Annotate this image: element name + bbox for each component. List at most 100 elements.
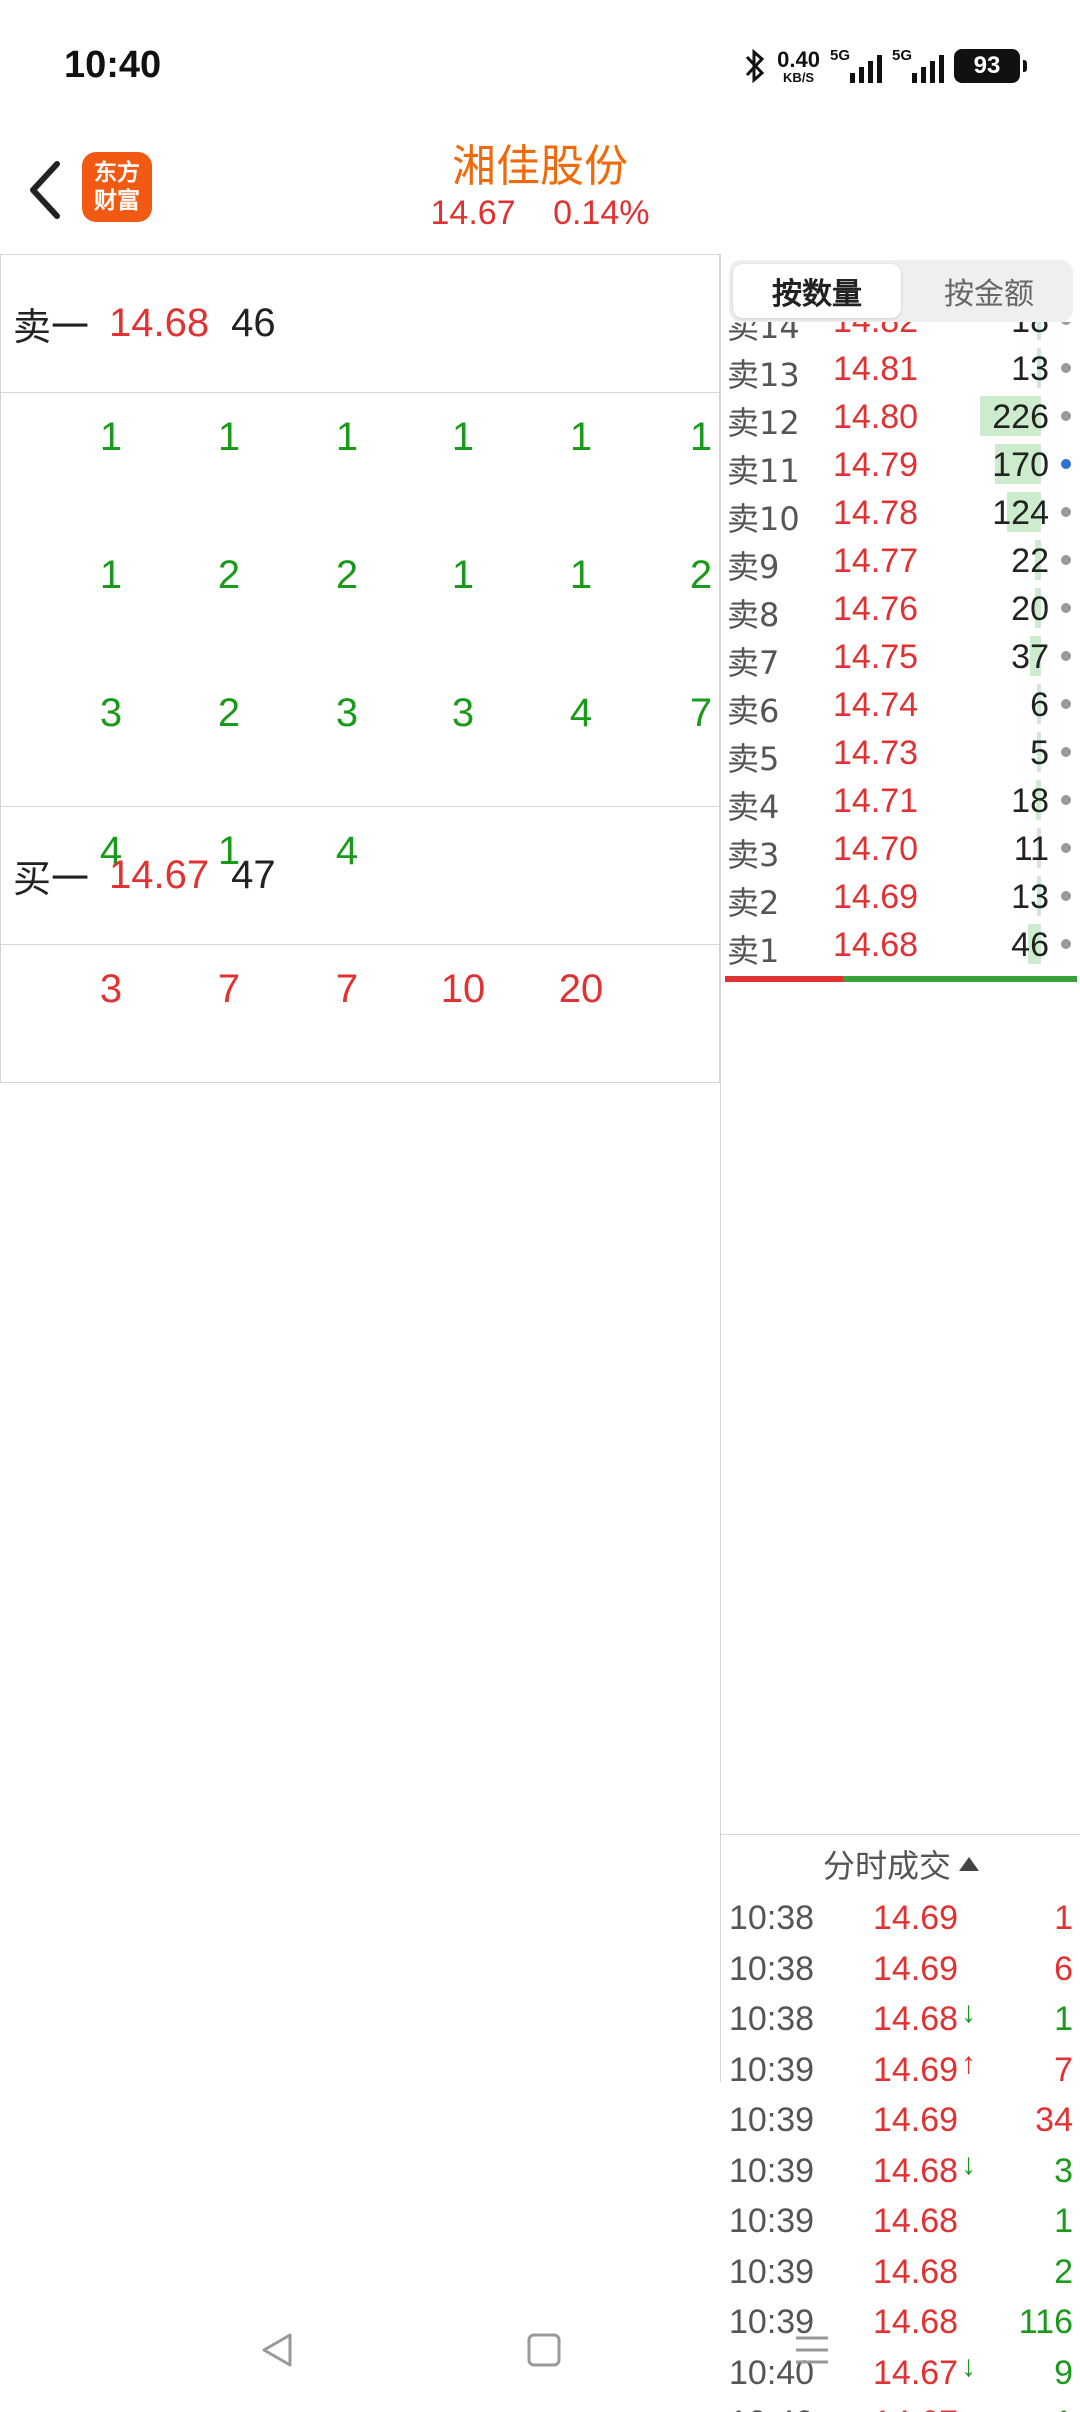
depth-volume: 22 [1011, 542, 1049, 580]
tick-price: 14.68 [873, 2252, 959, 2291]
net-speed-value: 0.40 [777, 46, 820, 72]
tick-row: 10:38 14.69 6 [721, 1944, 1080, 1994]
depth-level-label: 卖5 [727, 740, 780, 778]
bid-order-queue: 3 7 7 10 20 [0, 945, 720, 1083]
queue-order-cell: 1 [217, 415, 241, 459]
depth-level-label: 卖4 [727, 788, 780, 826]
tick-time: 10:38 [729, 1949, 815, 1988]
depth-price: 14.69 [833, 878, 919, 916]
depth-volume: 13 [1011, 350, 1049, 388]
status-dot-icon [1061, 555, 1071, 565]
battery-icon: 93 [954, 49, 1027, 83]
depth-price: 14.68 [833, 926, 919, 964]
ask-depth-row[interactable]: 卖1 14.68 46 [721, 920, 1080, 970]
status-dot-icon [1061, 891, 1071, 901]
stock-title: 湘佳股份 [452, 141, 628, 192]
status-bar: 10:40 0.40 KB/S 5G 5G 93 [0, 0, 1080, 130]
tick-time: 10:38 [729, 1899, 815, 1937]
tick-volume: 2 [1054, 2252, 1073, 2291]
tick-arrow-icon: ↓ [961, 2147, 976, 2181]
tick-trades-title: 分时成交 [822, 1847, 951, 1885]
queue-order-cell: 7 [335, 967, 359, 1011]
nav-back-button[interactable] [248, 2320, 308, 2380]
ask1-volume: 46 [231, 301, 276, 345]
ask-depth-row[interactable]: 卖9 14.77 22 [721, 536, 1080, 586]
depth-price: 14.73 [833, 734, 919, 772]
depth-volume: 20 [1011, 590, 1049, 628]
bid1-row[interactable]: 买一 14.67 47 [0, 807, 720, 945]
ask-depth-row[interactable]: 卖12 14.80 226 [721, 392, 1080, 442]
tick-row: 10:38 14.68 ↓ 1 [721, 1994, 1080, 2044]
ask-depth-row[interactable]: 卖2 14.69 13 [721, 872, 1080, 922]
queue-order-cell: 4 [569, 691, 593, 735]
depth-price: 14.82 [833, 322, 918, 341]
ask-depth-row[interactable]: 卖6 14.74 6 [721, 680, 1080, 730]
signal-icon: 5G [830, 47, 882, 85]
queue-order-cell: 1 [99, 553, 123, 597]
tick-time: 10:39 [729, 2252, 815, 2291]
queue-order-cell: 3 [335, 691, 359, 735]
depth-tabs: 按数量 按金额 [729, 260, 1073, 322]
tick-time: 10:39 [729, 2202, 815, 2240]
depth-volume: 46 [1011, 926, 1049, 964]
net-speed-unit: KB/S [783, 69, 815, 85]
tick-volume: 6 [1054, 1949, 1073, 1988]
ask-depth-row[interactable]: 卖1414.8218 [721, 322, 1080, 346]
status-dot-icon [1061, 322, 1071, 325]
header: 东方 财富 湘佳股份 14.67 0.14% [0, 130, 1080, 254]
tick-price: 14.68 [873, 2202, 959, 2240]
status-dot-icon [1061, 507, 1071, 517]
tick-time: 10:38 [729, 2000, 815, 2038]
queue-order-cell: 1 [335, 415, 359, 459]
depth-volume: 170 [992, 446, 1049, 484]
nav-home-button[interactable] [514, 2320, 574, 2380]
nav-menu-button[interactable] [782, 2320, 842, 2380]
depth-level-label: 卖13 [727, 356, 800, 394]
ask-depth-row[interactable]: 卖13 14.81 13 [721, 344, 1080, 394]
depth-volume: 226 [992, 398, 1049, 436]
tick-row: 10:39 14.68 1 [721, 2196, 1080, 2246]
status-icons: 0.40 KB/S 5G 5G 93 [743, 46, 1027, 86]
home-square-icon [527, 2333, 561, 2367]
status-dot-icon [1061, 459, 1071, 469]
status-dot-icon [1061, 651, 1071, 661]
ask-depth-row[interactable]: 卖3 14.70 11 [721, 824, 1080, 874]
queue-order-cell: 1 [99, 415, 123, 459]
tick-volume: 7 [1054, 2050, 1073, 2089]
ask-depth-row[interactable]: 卖10 14.78 124 [721, 488, 1080, 538]
tick-row: 10:39 14.69 34 [721, 2095, 1080, 2145]
depth-level-label: 卖1 [727, 932, 780, 970]
tick-row: 10:39 14.68 ↓ 3 [721, 2146, 1080, 2196]
ask-depth-row[interactable]: 卖8 14.76 20 [721, 584, 1080, 634]
network-speed: 0.40 KB/S [777, 46, 820, 85]
ask-depth-row[interactable]: 卖7 14.75 37 [721, 632, 1080, 682]
depth-price: 14.76 [833, 590, 919, 628]
tab-by-quantity[interactable]: 按数量 [733, 264, 901, 318]
ask-depth-row[interactable]: 卖11 14.79 170 [721, 440, 1080, 490]
depth-level-label: 卖6 [727, 692, 780, 730]
depth-volume: 11 [1013, 830, 1049, 868]
tick-volume: 1 [1054, 1899, 1073, 1937]
tick-trades-header[interactable]: 分时成交 [721, 1835, 1080, 1893]
depth-volume: 124 [992, 494, 1049, 532]
queue-order-cell: 1 [451, 553, 475, 597]
ask-depth-row[interactable]: 卖5 14.73 5 [721, 728, 1080, 778]
ask-depth-row[interactable]: 卖4 14.71 18 [721, 776, 1080, 826]
tick-volume: 3 [1054, 2151, 1073, 2190]
signal-icon-2: 5G [892, 47, 944, 85]
stock-price: 14.67 [430, 194, 516, 232]
depth-price: 14.79 [833, 446, 919, 484]
bid1-price: 14.67 [109, 853, 210, 897]
queue-order-cell: 2 [217, 691, 241, 735]
menu-lines-icon [796, 2336, 828, 2364]
queue-order-cell: 1 [451, 415, 475, 459]
tab-by-amount[interactable]: 按金额 [905, 260, 1073, 322]
tick-arrow-icon: ↓ [961, 1996, 976, 2029]
tick-volume: 34 [1035, 2101, 1073, 2139]
order-queue-panel: 卖一 14.68 46 111111122112323347414 买一 14.… [0, 254, 720, 1226]
queue-order-cell: 7 [217, 967, 241, 1011]
status-dot-icon [1061, 843, 1071, 853]
stock-change: 0.14% [553, 194, 650, 232]
tick-time: 10:39 [729, 2050, 815, 2089]
ask1-row[interactable]: 卖一 14.68 46 [0, 255, 720, 393]
